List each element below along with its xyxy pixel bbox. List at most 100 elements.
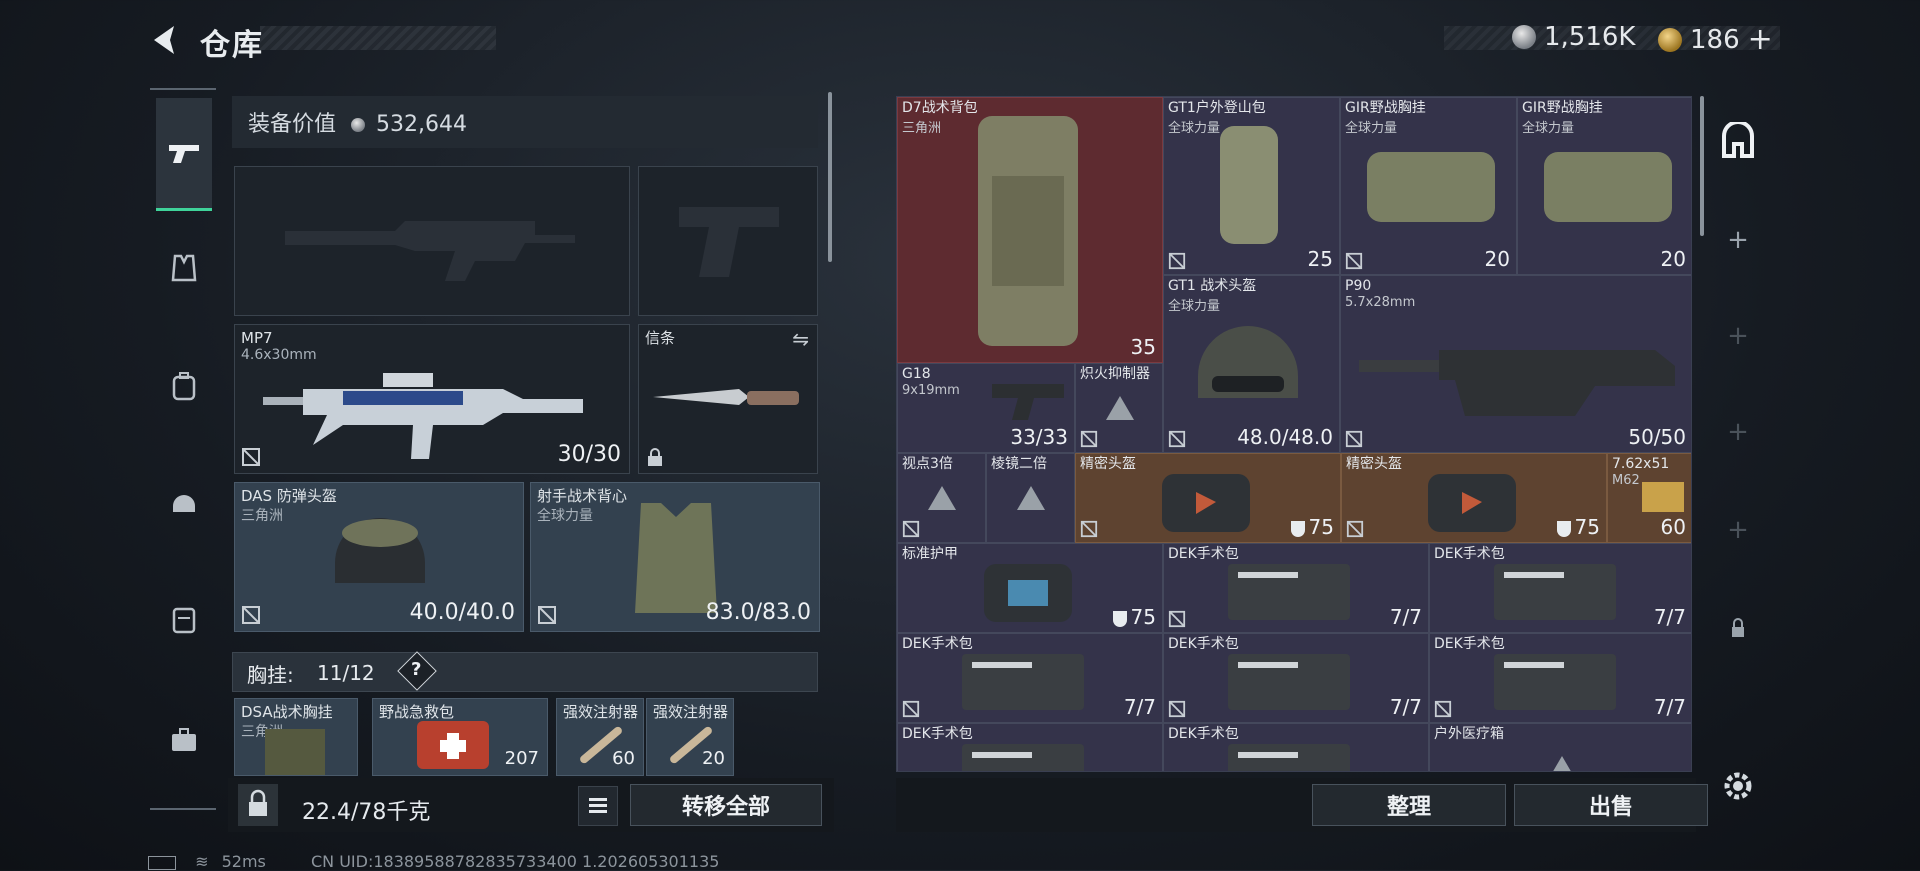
- item-count: 20: [702, 748, 725, 769]
- nav-vest[interactable]: [156, 240, 212, 296]
- unknown-item-icon: [1106, 396, 1134, 420]
- swap-icon[interactable]: ⇋: [792, 327, 809, 351]
- grid-scrollbar[interactable]: [1700, 96, 1704, 236]
- pack-image: [1220, 126, 1278, 244]
- no-insure-icon: [1346, 520, 1364, 538]
- nav-helmet[interactable]: [156, 474, 212, 530]
- lock-button[interactable]: [238, 784, 278, 826]
- item-name: 7.62x51: [1612, 456, 1670, 472]
- item-count: 25: [1307, 247, 1333, 271]
- sell-button[interactable]: 出售: [1514, 784, 1708, 826]
- stash-grid: D7战术背包 三角洲 35 GT1户外登山包 全球力量 25 GIR野战胸挂 全…: [896, 96, 1692, 772]
- item-count: 60: [612, 748, 635, 769]
- item-count: 60: [1660, 515, 1686, 539]
- grid-item-p90[interactable]: P90 5.7x28mm 50/50: [1340, 275, 1691, 453]
- item-name: 精密头盔: [1080, 456, 1136, 472]
- status-bar: ≋ 52ms CN UID:18389588782835733400 1.202…: [148, 852, 719, 871]
- armor-origin: 全球力量: [537, 508, 593, 524]
- grid-item-dek-1[interactable]: DEK手术包 7/7: [1163, 543, 1429, 633]
- gold-currency[interactable]: 186 +: [1658, 22, 1773, 57]
- item-name: 强效注射器: [653, 703, 729, 721]
- grid-item-outdoor-medkit[interactable]: 户外医疗箱: [1429, 723, 1691, 771]
- item-durability: 75: [1290, 515, 1334, 539]
- grid-item-dek-7[interactable]: DEK手术包: [1163, 723, 1429, 771]
- no-insure-icon: [902, 520, 920, 538]
- no-insure-icon: [242, 606, 260, 624]
- armor-bag-image: [984, 564, 1072, 622]
- grid-item-dek-6[interactable]: DEK手术包: [897, 723, 1163, 771]
- vest-item-injector-2[interactable]: 强效注射器 20: [646, 698, 734, 776]
- slot-melee[interactable]: 信条 ⇋: [638, 324, 818, 474]
- add-tab-button-2[interactable]: +: [1718, 316, 1758, 356]
- title-decoration: [260, 26, 496, 50]
- add-tab-button-4[interactable]: +: [1718, 510, 1758, 550]
- settings-button[interactable]: [1718, 766, 1758, 806]
- item-origin: 三角洲: [902, 121, 942, 136]
- helmet-icon: [173, 495, 195, 512]
- item-count: 35: [1130, 335, 1156, 359]
- add-tab-button-1[interactable]: +: [1718, 220, 1758, 260]
- add-tab-button-3[interactable]: +: [1718, 412, 1758, 452]
- add-currency-button[interactable]: +: [1748, 22, 1773, 57]
- pistol-silhouette-icon: [679, 207, 779, 277]
- nav-armor[interactable]: [156, 592, 212, 648]
- grid-item-dek-4[interactable]: DEK手术包 7/7: [1163, 633, 1429, 723]
- slot-armor[interactable]: 射手战术背心 全球力量 83.0/83.0: [530, 482, 820, 632]
- surgical-kit-image: [1228, 654, 1350, 710]
- item-caliber: 9x19mm: [902, 383, 960, 398]
- back-button[interactable]: [148, 22, 184, 58]
- grid-item-g18[interactable]: G18 9x19mm 33/33: [897, 363, 1075, 453]
- slot-primary-mp7[interactable]: MP7 4.6x30mm 30/30: [234, 324, 630, 474]
- p90-weapon-image: [1359, 350, 1675, 416]
- grid-item-suppressor[interactable]: 炽火抑制器: [1075, 363, 1163, 453]
- grid-item-dek-5[interactable]: DEK手术包 7/7: [1429, 633, 1691, 723]
- grid-item-precision-helmet-2[interactable]: 精密头盔 75: [1341, 453, 1607, 543]
- armor-name: 射手战术背心: [537, 487, 628, 505]
- slot-pistol-empty[interactable]: [638, 166, 818, 316]
- grid-item-gt1-helmet[interactable]: GT1 战术头盔 全球力量 48.0/48.0: [1163, 275, 1340, 453]
- knife-image: [653, 389, 799, 405]
- weapon-name: MP7: [241, 329, 273, 347]
- grid-item-gir-vest-1[interactable]: GIR野战胸挂 全球力量 20: [1340, 97, 1517, 275]
- locked-tab[interactable]: [1718, 608, 1758, 648]
- grid-item-d7-backpack[interactable]: D7战术背包 三角洲 35: [897, 97, 1163, 363]
- item-count: 7/7: [1389, 605, 1422, 629]
- grid-item-dek-2[interactable]: DEK手术包 7/7: [1429, 543, 1691, 633]
- nav-backpack[interactable]: [156, 358, 212, 414]
- grid-item-scope-3x[interactable]: 视点3倍: [897, 453, 986, 543]
- slot-helmet[interactable]: DAS 防弹头盔 三角洲 40.0/40.0: [234, 482, 524, 632]
- vest-item-dsa[interactable]: DSA战术胸挂 三角洲: [234, 698, 358, 776]
- item-name: 棱镜二倍: [991, 456, 1047, 472]
- nav-weapons[interactable]: [156, 98, 212, 211]
- helmet-bag-image: [1162, 474, 1250, 532]
- grid-item-prism-2x[interactable]: 棱镜二倍: [986, 453, 1075, 543]
- grid-item-762-ammo[interactable]: 7.62x51 M62 60: [1607, 453, 1691, 543]
- grid-item-precision-helmet-1[interactable]: 精密头盔 75: [1075, 453, 1341, 543]
- chest-rig-image: [1367, 152, 1495, 222]
- no-insure-icon: [538, 606, 556, 624]
- shield-icon: [1112, 610, 1127, 627]
- vest-item-injector-1[interactable]: 强效注射器 60: [556, 698, 644, 776]
- grid-item-standard-armor[interactable]: 标准护甲 75: [897, 543, 1163, 633]
- sort-button[interactable]: 整理: [1312, 784, 1506, 826]
- unknown-item-icon: [1548, 756, 1576, 771]
- item-variant: M62: [1612, 473, 1640, 488]
- stash-tab-main[interactable]: [1718, 120, 1758, 162]
- transfer-all-button[interactable]: 转移全部: [630, 784, 822, 826]
- vest-item-firstaid[interactable]: 野战急救包 207: [372, 698, 548, 776]
- item-name: 标准护甲: [902, 546, 958, 562]
- vest-icon: [171, 254, 197, 282]
- slot-primary-empty[interactable]: [234, 166, 630, 316]
- grid-item-gt1-pack[interactable]: GT1户外登山包 全球力量 25: [1163, 97, 1340, 275]
- silver-amount: 1,516K: [1544, 22, 1636, 52]
- item-name: GIR野战胸挂: [1345, 100, 1426, 116]
- grid-item-gir-vest-2[interactable]: GIR野战胸挂 全球力量 20: [1517, 97, 1691, 275]
- no-insure-icon: [1345, 252, 1363, 270]
- item-name: GT1户外登山包: [1168, 100, 1266, 116]
- melee-name: 信条: [645, 329, 676, 347]
- grid-item-dek-3[interactable]: DEK手术包 7/7: [897, 633, 1163, 723]
- item-caliber: 5.7x28mm: [1345, 295, 1416, 310]
- nav-case[interactable]: [156, 712, 212, 768]
- left-scrollbar[interactable]: [828, 92, 832, 262]
- list-view-button[interactable]: [578, 786, 618, 826]
